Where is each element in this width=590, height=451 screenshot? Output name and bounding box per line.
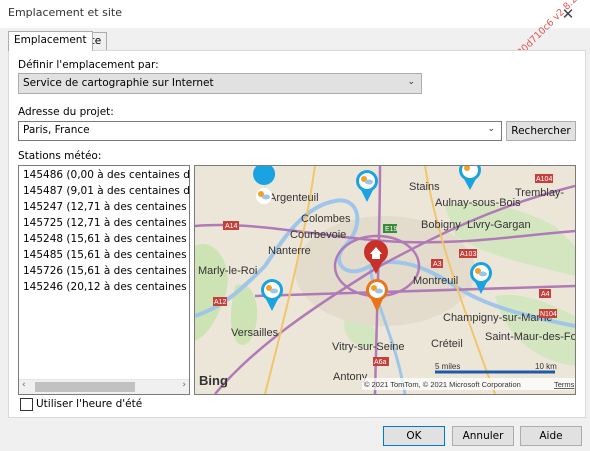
bing-logo: Bing <box>199 373 228 388</box>
tab-emplacement[interactable]: Emplacement <box>8 31 93 51</box>
address-value: Paris, France <box>23 124 90 136</box>
chevron-down-icon[interactable]: ⌄ <box>487 124 495 134</box>
horizontal-scrollbar[interactable]: ‹ › <box>19 379 189 394</box>
location-method-value: Service de cartographie sur Internet <box>23 77 214 89</box>
map-view[interactable]: Argenteuil Stains Tremblay- Colombes Aul… <box>194 165 576 395</box>
map-label: Versailles <box>231 327 279 339</box>
road-shield: N104 <box>540 311 557 318</box>
scale-km: 10 km <box>535 362 557 371</box>
terms-link[interactable]: Terms <box>554 380 575 389</box>
map-canvas: Argenteuil Stains Tremblay- Colombes Aul… <box>195 166 575 394</box>
road-shield: A3 <box>433 261 442 268</box>
list-item[interactable]: 145248 (15,61 à des centaines de kil <box>19 231 189 247</box>
map-label: Livry-Gargan <box>467 219 531 231</box>
location-method-select[interactable]: Service de cartographie sur Internet ⌄ <box>18 73 422 94</box>
road-shield: A103 <box>460 251 476 258</box>
list-item[interactable]: 145487 (9,01 à des centaines de kilo <box>19 183 189 199</box>
list-item[interactable]: 145486 (0,00 à des centaines de kilo <box>19 167 189 183</box>
road-shield: A12 <box>214 299 227 306</box>
list-item[interactable]: 145726 (15,61 à des centaines de kil <box>19 263 189 279</box>
map-label: Nanterre <box>268 245 311 257</box>
stations-list[interactable]: 145486 (0,00 à des centaines de kilo 145… <box>18 165 190 395</box>
map-label: Argenteuil <box>269 192 319 204</box>
map-label: Aulnay-sous-Bois <box>435 197 521 209</box>
ok-button[interactable]: OK <box>383 426 445 446</box>
scale-miles: 5 miles <box>435 362 460 371</box>
map-label: Montreuil <box>413 275 458 287</box>
map-label: Bobigny <box>421 219 461 231</box>
scrollbar-thumb[interactable] <box>35 382 135 392</box>
map-label: Stains <box>409 181 440 193</box>
close-button[interactable]: ✕ <box>546 0 590 28</box>
address-label: Adresse du projet: <box>18 106 114 118</box>
road-shield: A14 <box>225 223 238 230</box>
scroll-right-icon[interactable]: › <box>182 380 186 390</box>
scroll-left-icon[interactable]: ‹ <box>22 380 26 390</box>
search-button[interactable]: Rechercher <box>506 121 576 141</box>
define-location-label: Définir l'emplacement par: <box>18 59 159 71</box>
map-label: Vitry-sur-Seine <box>332 341 405 353</box>
list-item[interactable]: 145246 (20,12 à des centaines de kil <box>19 279 189 295</box>
cancel-button[interactable]: Annuler <box>452 426 514 446</box>
map-label: Marly-le-Roi <box>198 265 257 277</box>
list-item[interactable]: 145247 (12,71 à des centaines de kil <box>19 199 189 215</box>
map-copyright: © 2021 TomTom, © 2021 Microsoft Corporat… <box>364 380 521 389</box>
stations-label: Stations météo: <box>18 150 102 162</box>
close-icon: ✕ <box>561 5 575 23</box>
map-label: Saint-Maur-des-Fo <box>485 331 575 343</box>
list-item[interactable]: 145725 (12,71 à des centaines de kil <box>19 215 189 231</box>
road-shield: A4 <box>541 291 550 298</box>
map-label: Courbevoie <box>290 229 346 241</box>
map-label: Créteil <box>431 338 463 350</box>
road-shield: A6a <box>374 359 387 366</box>
help-button[interactable]: Aide <box>520 426 582 446</box>
dst-checkbox[interactable] <box>20 398 33 411</box>
list-item[interactable]: 145485 (15,61 à des centaines de kil <box>19 247 189 263</box>
chevron-down-icon: ⌄ <box>407 77 415 87</box>
address-combobox[interactable]: Paris, France ⌄ <box>18 121 502 141</box>
road-shield: E19 <box>385 226 398 233</box>
map-label: Tremblay- <box>515 187 564 199</box>
map-label: Colombes <box>301 213 351 225</box>
map-label: Champigny-sur-Marne <box>443 312 552 324</box>
dst-label: Utiliser l'heure d'été <box>36 398 143 410</box>
window-title: Emplacement et site <box>8 6 122 19</box>
road-shield: A104 <box>536 176 552 183</box>
